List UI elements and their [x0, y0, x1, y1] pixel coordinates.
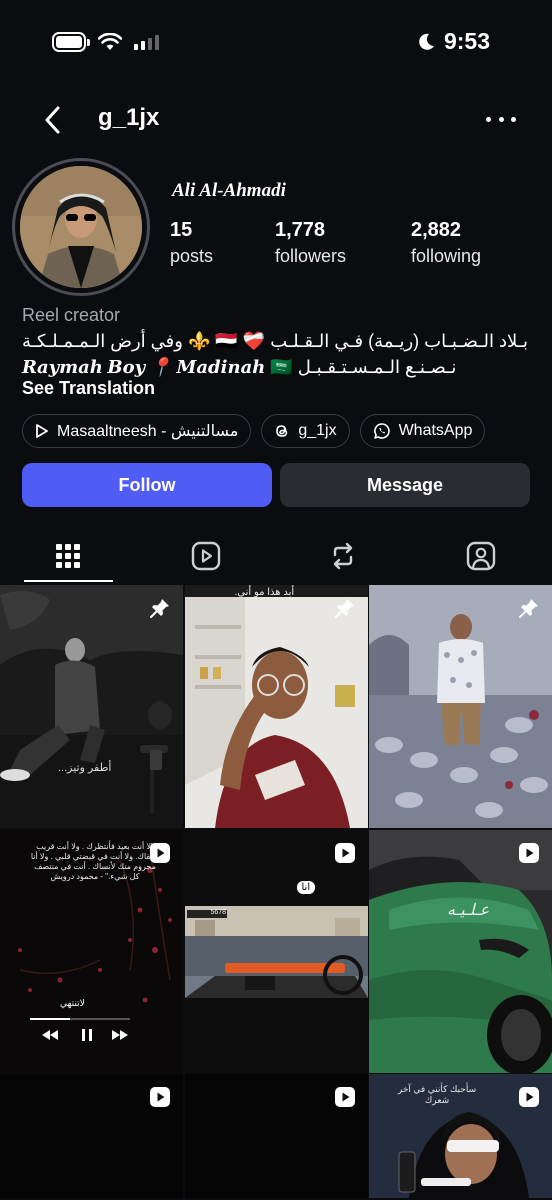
following-count[interactable]: 2,882 following [411, 219, 481, 267]
reel-icon [519, 842, 539, 863]
status-time: 9:53 [443, 28, 490, 54]
post-4-title: لاتنتهي [60, 997, 85, 1008]
followers-label: followers [275, 246, 347, 266]
display-name: Ali Al-Ahmadi [172, 180, 286, 201]
profile-category: Reel creator [22, 305, 121, 325]
moon-icon [419, 33, 434, 50]
post-thumbnail-7[interactable] [0, 1074, 183, 1198]
avatar-photo [20, 166, 142, 288]
reel-icon [150, 842, 170, 863]
posts-grid: أطفر وتيز... أبد هذا مو أني. "لا أنت بعي… [0, 585, 552, 1198]
post-thumbnail-9[interactable]: سأحبك كأنني في آخر شعرك [369, 1074, 552, 1198]
pin-icon [519, 599, 538, 618]
active-tab-indicator [24, 580, 113, 582]
post-thumbnail-3[interactable] [369, 585, 552, 828]
tab-reposts[interactable] [297, 530, 389, 582]
wifi-icon [98, 33, 122, 50]
reel-icon [334, 842, 355, 863]
post-6-image [369, 829, 552, 1073]
following-label: following [411, 246, 482, 266]
following-value: 2,882 [411, 219, 462, 241]
post-9-caption: سأحبك كأنني في آخر شعرك [397, 1084, 477, 1105]
post-thumbnail-2[interactable]: أبد هذا مو أني. [184, 585, 368, 828]
post-6-signature: عـلـيـه [447, 901, 490, 919]
posts-value: 15 [170, 219, 193, 241]
link-chip-whatsapp[interactable]: WhatsApp [359, 414, 486, 448]
posts-label: posts [170, 246, 214, 266]
avatar[interactable] [12, 158, 150, 296]
tagged-icon [466, 541, 496, 571]
profile-header: g_1jx [0, 96, 552, 146]
link-chip-music-label: Masaaltneesh - مسالتنيش [57, 423, 239, 440]
whatsapp-icon [373, 423, 390, 439]
more-options-button[interactable] [486, 106, 516, 132]
reels-icon [191, 541, 221, 571]
play-icon [36, 424, 48, 438]
profile-bio: بـلاد الـضـبـاب (ريـمة) فـي الـقـلـب ❤️‍… [22, 328, 532, 380]
link-chip-whatsapp-label: WhatsApp [398, 422, 473, 439]
pin-icon [150, 599, 169, 618]
reel-icon [519, 1087, 539, 1107]
post-5-sticker: انا [296, 880, 316, 894]
status-bar: 9:53 [0, 0, 552, 90]
tab-tagged[interactable] [435, 530, 527, 582]
link-chip-music[interactable]: Masaaltneesh - مسالتنيش [22, 414, 252, 448]
profile-links: Masaaltneesh - مسالتنيش g_1jx WhatsApp [22, 414, 486, 448]
back-button[interactable] [36, 102, 72, 138]
link-chip-threads[interactable]: g_1jx [261, 414, 350, 448]
reel-icon [334, 1087, 355, 1107]
post-thumbnail-1[interactable]: أطفر وتيز... [0, 585, 183, 828]
profile-tabs [0, 530, 552, 584]
post-thumbnail-5[interactable]: 5678 انا [184, 829, 368, 1073]
post-thumbnail-6[interactable]: عـلـيـه [369, 829, 552, 1073]
bio-line-2: نـصـنـع الـمـسـتـقـبـل 𝑹𝒂𝒚𝒎𝒂𝒉 𝑩𝒐𝒚 📍 𝑴𝒂𝒅𝒊… [22, 354, 532, 380]
post-5-speed: 5678 [210, 908, 227, 916]
bio-arabic-text: نـصـنـع الـمـسـتـقـبـل [297, 357, 457, 377]
followers-count[interactable]: 1,778 followers [275, 219, 346, 267]
status-icons-left [52, 32, 159, 52]
post-4-quote: "لا أنت بعيد فأنتظرك . ولا أنت قريب فألق… [30, 841, 160, 881]
post-2-image [184, 585, 368, 828]
repost-icon [333, 542, 353, 570]
tab-reels[interactable] [160, 530, 252, 582]
pin-icon [334, 599, 354, 618]
chevron-left-icon [45, 106, 60, 134]
threads-icon [276, 425, 288, 437]
grid-icon [56, 544, 80, 568]
posts-count[interactable]: 15 posts [170, 219, 213, 267]
cellular-signal-icon [134, 34, 159, 50]
see-translation-link[interactable]: See Translation [22, 378, 155, 399]
bio-line-1: بـلاد الـضـبـاب (ريـمة) فـي الـقـلـب ❤️‍… [22, 331, 528, 351]
battery-icon [52, 32, 90, 52]
post-thumbnail-8[interactable] [184, 1074, 368, 1198]
saudi-flag-icon: 🇸🇦 [270, 357, 293, 377]
post-5-image [184, 829, 368, 1073]
followers-value: 1,778 [275, 219, 326, 241]
message-button[interactable]: Message [280, 463, 530, 507]
tab-grid[interactable] [22, 530, 114, 582]
link-chip-threads-label: g_1jx [298, 422, 337, 439]
more-dots-icon [486, 116, 491, 122]
follow-button[interactable]: Follow [22, 463, 272, 507]
post-3-image [369, 585, 552, 828]
bio-fancy-text: 𝑹𝒂𝒚𝒎𝒂𝒉 𝑩𝒐𝒚 📍 𝑴𝒂𝒅𝒊𝒏𝒂𝒉 [22, 357, 266, 377]
post-thumbnail-4[interactable]: "لا أنت بعيد فأنتظرك . ولا أنت قريب فألق… [0, 829, 183, 1073]
profile-actions: Follow Message [22, 463, 530, 507]
header-username: g_1jx [98, 104, 160, 131]
post-2-caption: أبد هذا مو أني. [234, 587, 295, 598]
post-1-image [0, 585, 183, 828]
post-1-caption: أطفر وتيز... [58, 762, 112, 774]
reel-icon [150, 1087, 170, 1107]
